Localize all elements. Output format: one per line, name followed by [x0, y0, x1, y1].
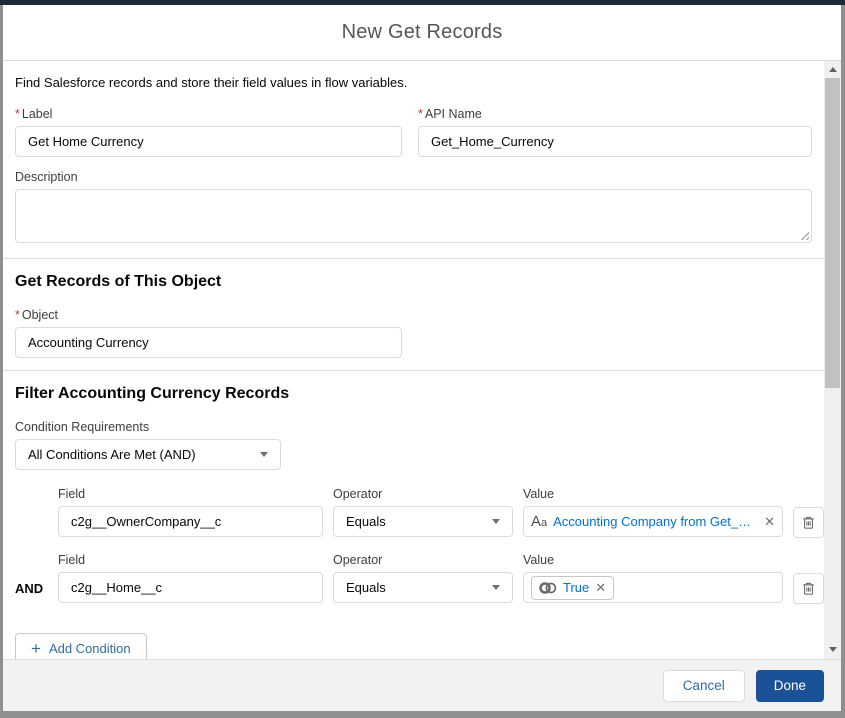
modal-body: Find Salesforce records and store their … [3, 61, 841, 659]
scroll-up-icon [828, 66, 837, 72]
scroll-down-icon [828, 646, 837, 652]
object-input[interactable] [15, 327, 402, 358]
value-pill-text: True [563, 580, 590, 595]
label-field-label-text: Label [21, 107, 53, 121]
cancel-button[interactable]: Cancel [662, 669, 745, 702]
text-icon: Aa [531, 512, 548, 530]
section-divider [3, 258, 824, 259]
add-condition-button[interactable]: + Add Condition [15, 633, 147, 659]
api-name-field-group: * API Name [418, 107, 812, 157]
modal-header: New Get Records [3, 5, 841, 61]
condition-row-1: Field Operator Equals Value Aa Accountin… [15, 487, 824, 538]
object-field-label-text: Object [21, 308, 59, 322]
value-combobox-1[interactable]: Aa Accounting Company from Get_… ✕ [523, 506, 783, 537]
condition-requirements-label: Condition Requirements [15, 420, 150, 434]
scroll-up-button[interactable] [824, 61, 841, 77]
value-cell: Value True ✕ [523, 553, 783, 604]
chevron-down-icon [492, 585, 500, 590]
label-api-row: *Label *API Name [15, 107, 815, 157]
intro-text: Find Salesforce records and store their … [15, 75, 408, 90]
description-field-group: Description [15, 170, 815, 243]
trash-icon [803, 582, 814, 595]
done-button[interactable]: Done [755, 669, 824, 702]
object-field-label: * Object [15, 308, 402, 322]
scrollbar-thumb[interactable] [825, 78, 840, 388]
connector-label: AND [15, 581, 44, 596]
operator-column-label: Operator [333, 487, 383, 501]
required-asterisk: * [15, 107, 20, 121]
close-icon[interactable]: ✕ [595, 580, 606, 596]
delete-condition-button-1[interactable] [793, 507, 824, 538]
value-combobox-2[interactable]: True ✕ [523, 572, 783, 603]
description-textarea[interactable] [15, 189, 812, 243]
object-field-group: * Object [15, 308, 402, 358]
modal-footer: Cancel Done [3, 659, 841, 711]
condition-row-2: AND Field Operator Equals Value [15, 553, 824, 604]
filter-section-heading: Filter Accounting Currency Records [15, 385, 290, 402]
required-asterisk: * [15, 308, 20, 322]
modal-content: Find Salesforce records and store their … [3, 61, 824, 659]
description-textarea-wrap [15, 189, 812, 243]
label-field-group: * Label [15, 107, 402, 157]
label-field-label: * Label [15, 107, 402, 121]
api-name-field-label-text: API Name [424, 107, 482, 121]
close-icon[interactable]: ✕ [764, 514, 775, 530]
delete-condition-button-2[interactable] [793, 573, 824, 604]
description-field-label: Description [15, 170, 78, 184]
chevron-down-icon [492, 519, 500, 524]
operator-select-1[interactable]: Equals [333, 506, 513, 537]
api-name-input[interactable] [418, 126, 812, 157]
operator-select-2[interactable]: Equals [333, 572, 513, 603]
connector-cell [15, 487, 48, 538]
field-column-label: Field [58, 487, 86, 501]
condition-requirements-value: All Conditions Are Met (AND) [28, 447, 196, 462]
label-input[interactable] [15, 126, 402, 157]
connector-cell: AND [15, 553, 48, 604]
field-cell: Field [58, 553, 323, 604]
value-column-label: Value [523, 553, 555, 567]
api-name-field-label: * API Name [418, 107, 812, 121]
operator-cell: Operator Equals [333, 553, 513, 604]
field-cell: Field [58, 487, 323, 538]
connector-label [15, 507, 48, 538]
toggle-icon [539, 581, 557, 594]
required-asterisk: * [418, 107, 423, 121]
operator-column-label: Operator [333, 553, 383, 567]
vertical-scrollbar[interactable] [824, 61, 841, 659]
add-condition-label: Add Condition [48, 641, 131, 656]
condition-requirements-select[interactable]: All Conditions Are Met (AND) [15, 439, 281, 470]
operator-value: Equals [346, 580, 386, 595]
trash-icon [803, 516, 814, 529]
chevron-down-icon [260, 452, 268, 457]
value-pill[interactable]: True ✕ [531, 575, 615, 600]
modal-title: New Get Records [341, 21, 503, 43]
scroll-down-button[interactable] [824, 641, 841, 657]
operator-cell: Operator Equals [333, 487, 513, 538]
operator-value: Equals [346, 514, 386, 529]
field-column-label: Field [58, 553, 86, 567]
filter-field-input-1[interactable] [58, 506, 323, 537]
trash-cell [793, 553, 824, 604]
condition-requirements-group: Condition Requirements All Conditions Ar… [15, 420, 281, 470]
value-cell: Value Aa Accounting Company from Get_… ✕ [523, 487, 783, 538]
trash-cell [793, 487, 824, 538]
section-divider [3, 370, 824, 371]
value-pill-text[interactable]: Accounting Company from Get_… [553, 514, 758, 529]
plus-icon: + [31, 639, 41, 658]
filter-field-input-2[interactable] [58, 572, 323, 603]
new-get-records-modal: New Get Records Find Salesforce records … [3, 5, 841, 711]
value-column-label: Value [523, 487, 555, 501]
object-section-heading: Get Records of This Object [15, 273, 222, 290]
